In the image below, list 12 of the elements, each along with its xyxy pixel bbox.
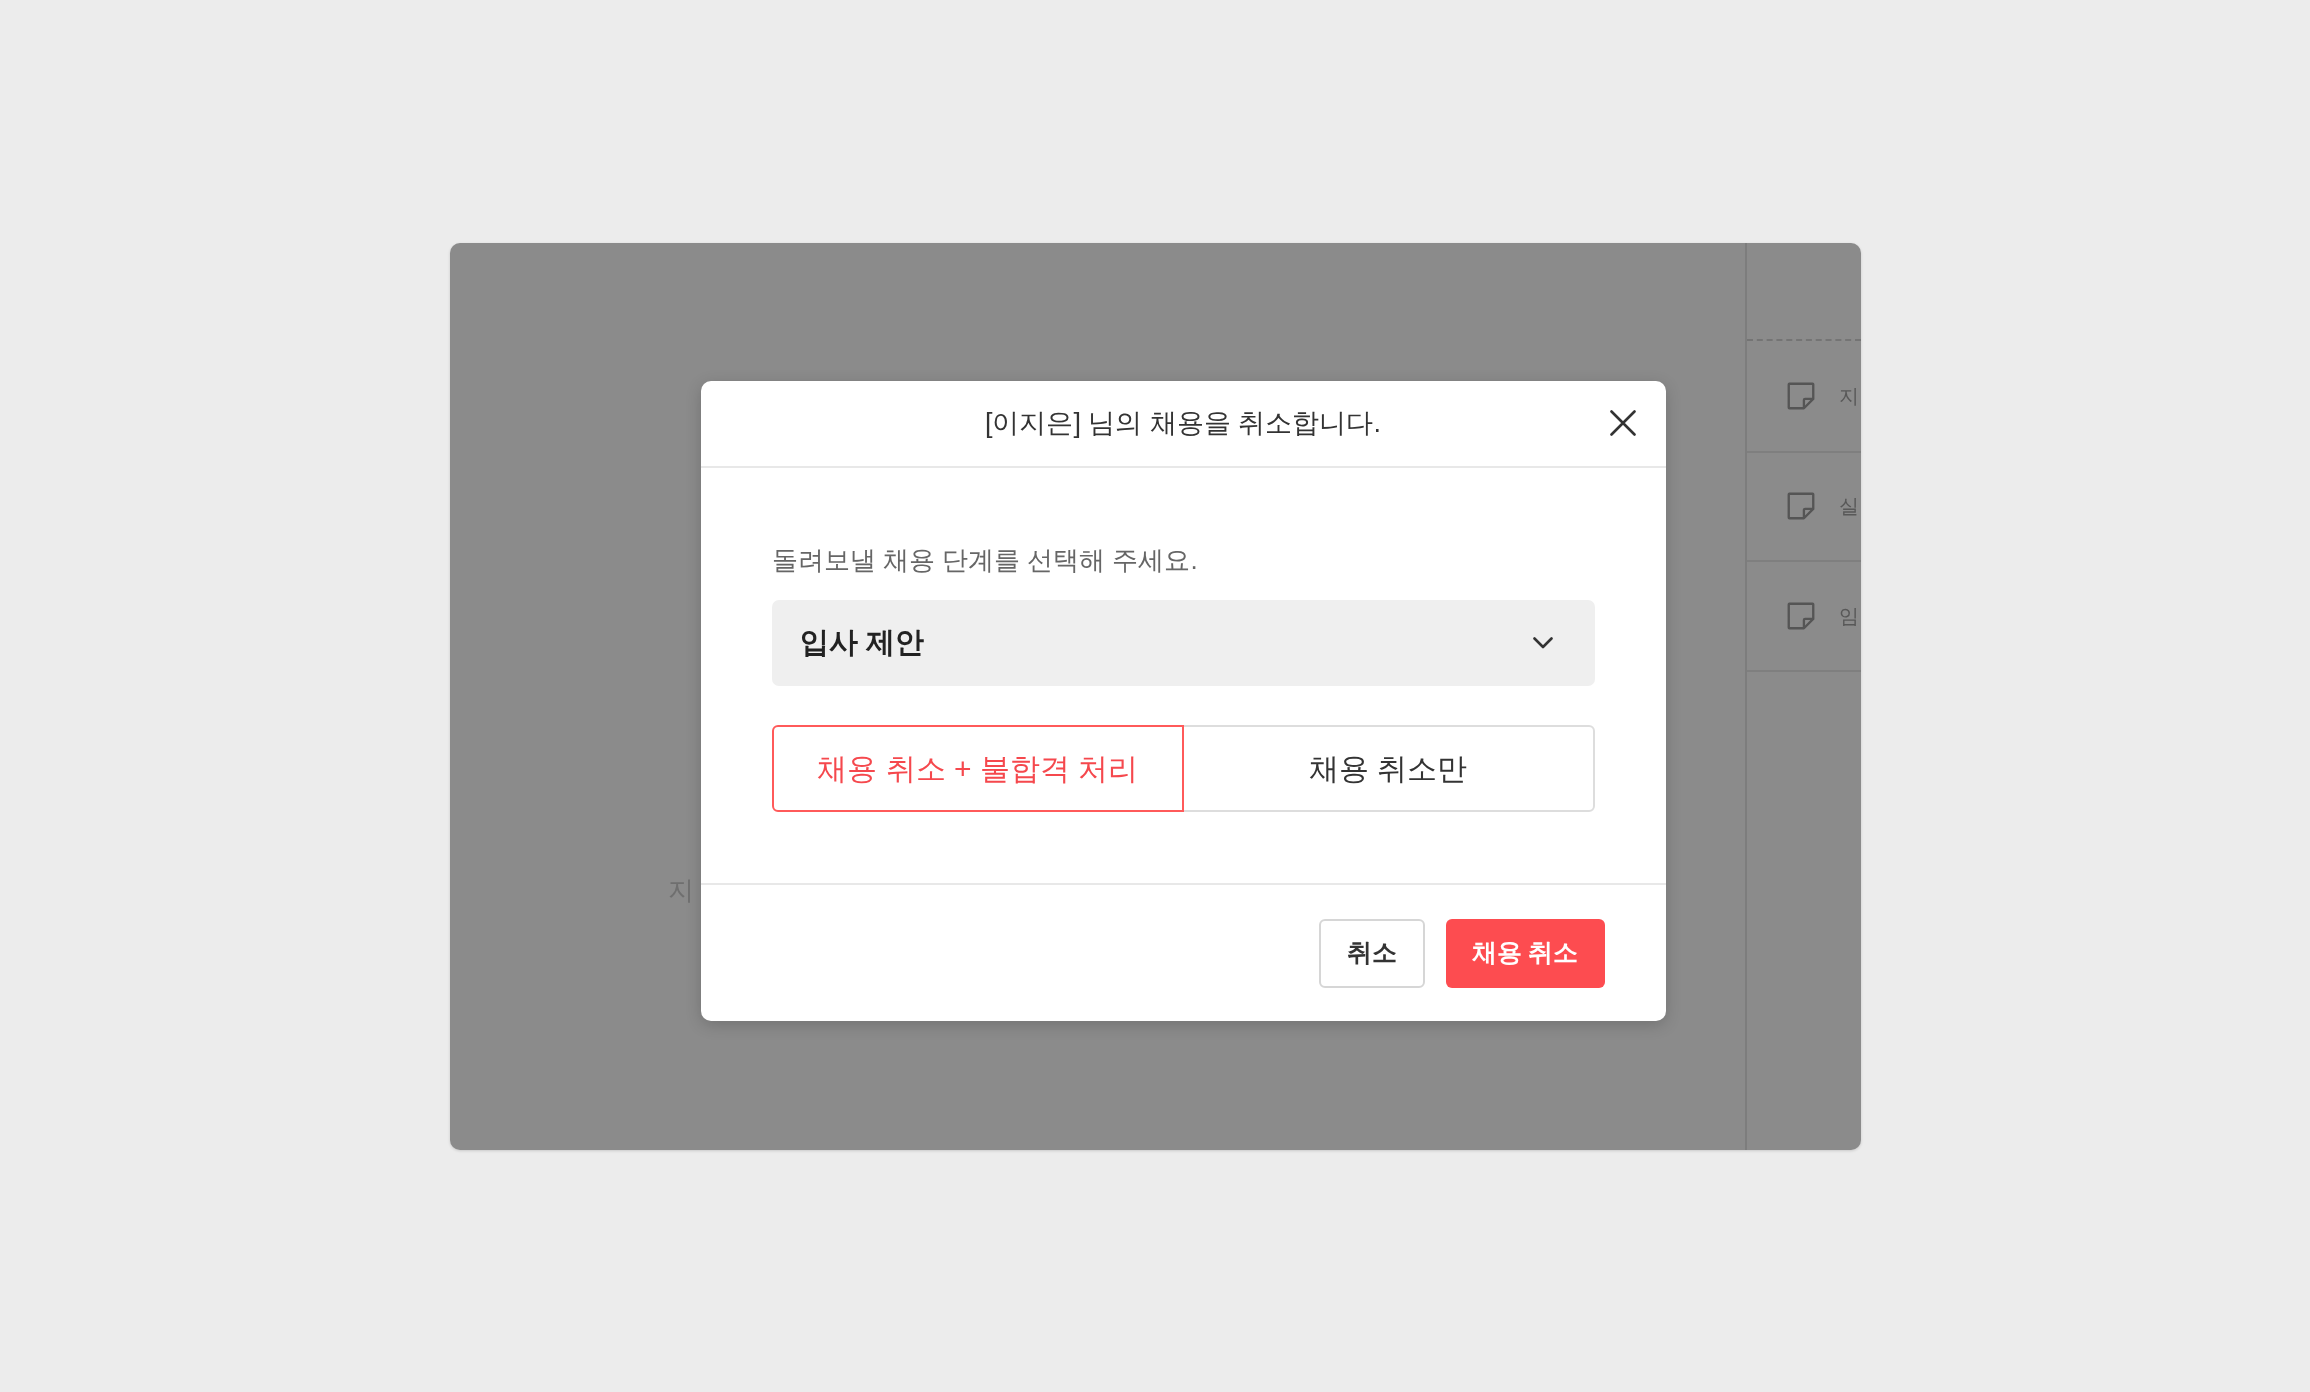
note-icon (1786, 381, 1815, 410)
close-button[interactable] (1609, 409, 1636, 436)
close-icon (1609, 409, 1636, 436)
note-icon (1786, 492, 1815, 520)
option-segment[interactable]: 채용 취소 + 불합격 처리 (771, 724, 1184, 812)
cancel-button[interactable]: 취소 (1318, 918, 1425, 988)
option-segment[interactable]: 채용 취소만 (1182, 724, 1595, 812)
stage-select[interactable]: 입사 제안 (771, 599, 1595, 686)
note-icon (1786, 601, 1815, 630)
prompt-text: 돌려보낼 채용 단계를 선택해 주세요. (771, 543, 1198, 577)
dialog-title: [이지은] 님의 채용을 취소합니다. (985, 407, 1381, 440)
chevron-down-icon (1532, 636, 1553, 649)
